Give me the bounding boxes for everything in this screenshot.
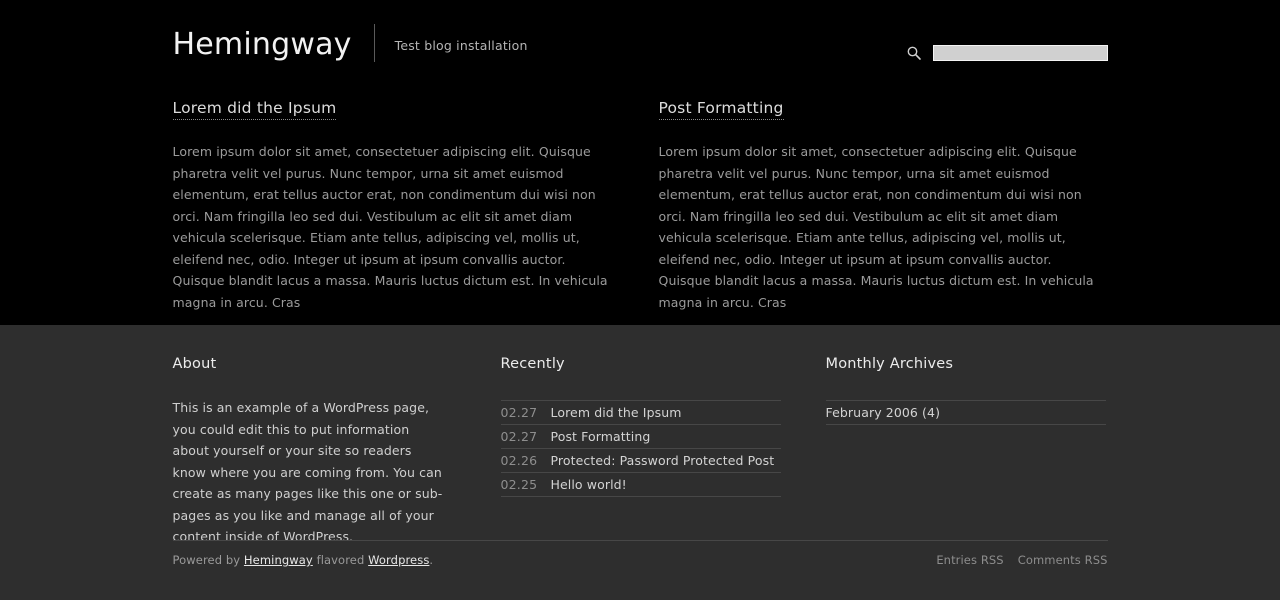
footer-credit: Powered by Hemingway flavored Wordpress. bbox=[173, 553, 434, 567]
wordpress-link[interactable]: Wordpress bbox=[368, 553, 429, 567]
list-item-title[interactable]: Post Formatting bbox=[551, 429, 651, 444]
search-icon[interactable] bbox=[906, 45, 922, 61]
comments-rss-link[interactable]: Comments RSS bbox=[1018, 553, 1108, 567]
about-text: This is an example of a WordPress page, … bbox=[172, 400, 443, 544]
list-item[interactable]: 02.27 Lorem did the Ipsum bbox=[500, 401, 781, 425]
archive-item[interactable]: February 2006 (4) bbox=[825, 401, 1106, 425]
hemingway-theme-link[interactable]: Hemingway bbox=[244, 553, 313, 567]
footer-content-wrapper: About This is an example of a WordPress … bbox=[173, 325, 1108, 548]
footer-rss-links: Entries RSS Comments RSS bbox=[936, 553, 1107, 567]
list-item-date: 02.26 bbox=[500, 453, 538, 468]
top-section: Hemingway Test blog installation Lorem d… bbox=[0, 0, 1280, 368]
credit-period: . bbox=[429, 553, 434, 567]
site-title[interactable]: Hemingway bbox=[173, 26, 352, 60]
about-column: About This is an example of a WordPress … bbox=[173, 356, 501, 548]
top-content-wrapper: Hemingway Test blog installation Lorem d… bbox=[172, 0, 1108, 368]
archives-list: February 2006 (4) bbox=[825, 400, 1106, 425]
archives-heading: Monthly Archives bbox=[825, 356, 954, 372]
bottom-section: About This is an example of a WordPress … bbox=[0, 325, 1280, 600]
footer-bar: Powered by Hemingway flavored Wordpress.… bbox=[0, 540, 1280, 567]
post-excerpt: Lorem ipsum dolor sit amet, consectetuer… bbox=[658, 144, 1094, 310]
list-item[interactable]: 02.26 Protected: Password Protected Post bbox=[500, 449, 781, 473]
flavored-label: flavored bbox=[316, 553, 365, 567]
title-divider bbox=[373, 24, 375, 62]
powered-by-label: Powered by bbox=[172, 553, 241, 567]
list-item-date: 02.27 bbox=[500, 429, 538, 444]
list-item[interactable]: 02.27 Post Formatting bbox=[500, 425, 781, 449]
footer-inner: Powered by Hemingway flavored Wordpress.… bbox=[172, 540, 1108, 567]
search-area bbox=[906, 45, 1108, 61]
recently-heading: Recently bbox=[500, 356, 565, 372]
post-title-link[interactable]: Post Formatting bbox=[658, 99, 784, 120]
site-header: Hemingway Test blog installation bbox=[173, 0, 1108, 76]
about-heading: About bbox=[172, 356, 217, 372]
list-item-date: 02.27 bbox=[500, 405, 538, 420]
blog-page: Hemingway Test blog installation Lorem d… bbox=[0, 0, 1280, 600]
list-item[interactable]: 02.25 Hello world! bbox=[500, 473, 781, 497]
post-list: Lorem did the Ipsum Lorem ipsum dolor si… bbox=[172, 76, 1108, 368]
site-tagline: Test blog installation bbox=[394, 38, 528, 53]
post-excerpt: Lorem ipsum dolor sit amet, consectetuer… bbox=[172, 144, 608, 310]
list-item-title[interactable]: Lorem did the Ipsum bbox=[551, 405, 682, 420]
entries-rss-link[interactable]: Entries RSS bbox=[936, 553, 1003, 567]
footer-columns: About This is an example of a WordPress … bbox=[173, 325, 1108, 548]
archives-column: Monthly Archives February 2006 (4) bbox=[825, 356, 1108, 548]
post-title-link[interactable]: Lorem did the Ipsum bbox=[172, 99, 337, 120]
recently-column: Recently 02.27 Lorem did the Ipsum 02.27… bbox=[500, 356, 826, 548]
list-item-title[interactable]: Protected: Password Protected Post bbox=[551, 453, 775, 468]
list-item-title[interactable]: Hello world! bbox=[551, 477, 627, 492]
recent-posts-list: 02.27 Lorem did the Ipsum 02.27 Post For… bbox=[500, 400, 781, 497]
search-input[interactable] bbox=[932, 45, 1108, 61]
list-item-date: 02.25 bbox=[500, 477, 538, 492]
